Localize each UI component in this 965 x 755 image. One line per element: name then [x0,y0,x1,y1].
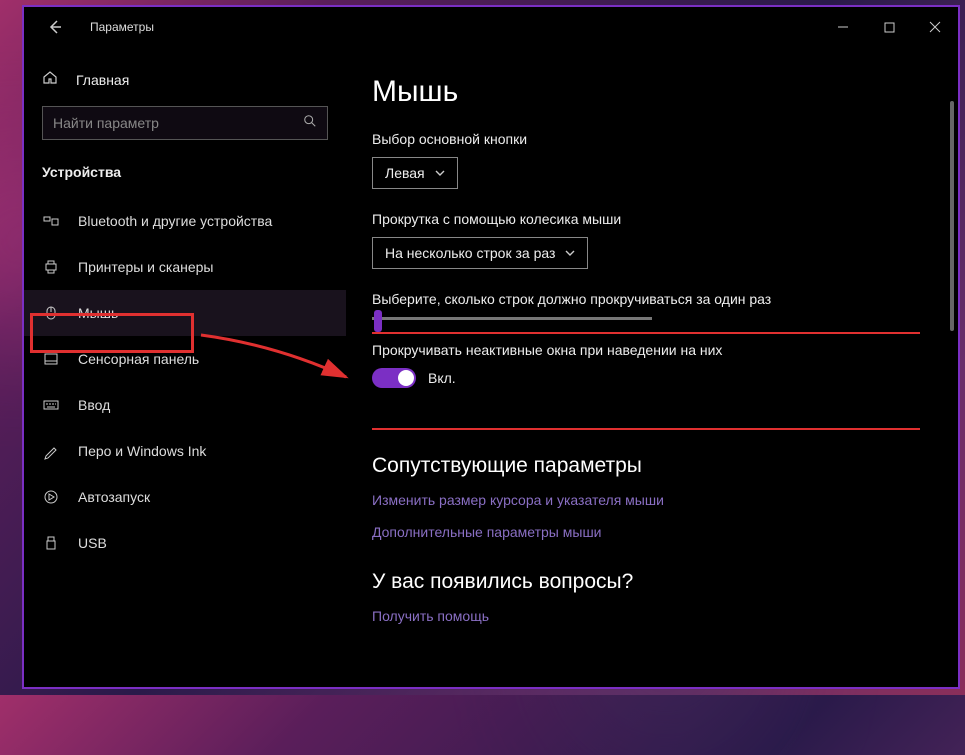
sidebar-item-bluetooth[interactable]: Bluetooth и другие устройства [24,198,346,244]
sidebar-item-printers[interactable]: Принтеры и сканеры [24,244,346,290]
content-scrollbar[interactable] [950,101,954,675]
titlebar: Параметры [24,7,958,47]
sidebar-section-title: Устройства [24,154,346,198]
arrow-left-icon [47,19,63,35]
sidebar-item-typing[interactable]: Ввод [24,382,346,428]
link-cursor-size[interactable]: Изменить размер курсора и указателя мыши [372,492,920,508]
lines-slider[interactable] [372,317,652,320]
sidebar-item-autoplay[interactable]: Автозапуск [24,474,346,520]
inactive-scroll-toggle[interactable] [372,368,416,388]
sidebar-item-label: Принтеры и сканеры [78,259,213,275]
usb-icon [42,534,60,552]
mouse-icon [42,304,60,322]
link-advanced-mouse[interactable]: Дополнительные параметры мыши [372,524,920,540]
printer-icon [42,258,60,276]
scroll-method-label: Прокрутка с помощью колесика мыши [372,211,920,227]
window-controls [820,7,958,47]
touchpad-icon [42,350,60,368]
questions-title: У вас появились вопросы? [372,570,920,594]
toggle-state-label: Вкл. [428,370,456,386]
sidebar-item-label: Перо и Windows Ink [78,443,206,459]
sidebar-item-pen[interactable]: Перо и Windows Ink [24,428,346,474]
sidebar-item-label: USB [78,535,107,551]
home-icon [42,69,58,90]
minimize-button[interactable] [820,7,866,47]
sidebar-nav: Bluetooth и другие устройства Принтеры и… [24,198,346,566]
sidebar-item-label: Сенсорная панель [78,351,199,367]
search-icon [303,114,317,133]
chevron-down-icon [565,248,575,258]
sidebar-item-label: Мышь [78,305,118,321]
app-title: Параметры [90,20,154,34]
lines-per-scroll-label: Выберите, сколько строк должно прокручив… [372,291,920,307]
primary-button-dropdown[interactable]: Левая [372,157,458,189]
link-get-help[interactable]: Получить помощь [372,608,920,624]
bluetooth-icon [42,212,60,230]
content-area: Мышь Выбор основной кнопки Левая Прокрут… [346,47,958,687]
dropdown-value: На несколько строк за раз [385,245,555,261]
sidebar-home[interactable]: Главная [24,57,346,102]
sidebar: Главная Устройства Bluetooth и другие ус… [24,47,346,687]
related-settings-title: Сопутствующие параметры [372,454,920,478]
page-title: Мышь [372,75,920,109]
maximize-icon [884,22,895,33]
slider-thumb[interactable] [374,310,382,332]
close-button[interactable] [912,7,958,47]
scrollbar-thumb[interactable] [950,101,954,331]
sidebar-home-label: Главная [76,72,129,88]
close-icon [929,21,941,33]
autoplay-icon [42,488,60,506]
sidebar-item-usb[interactable]: USB [24,520,346,566]
toggle-knob [398,370,414,386]
annotation-highlight-box: Прокручивать неактивные окна при наведен… [372,332,920,430]
dropdown-value: Левая [385,165,425,181]
sidebar-item-mouse[interactable]: Мышь [24,290,346,336]
inactive-scroll-label: Прокручивать неактивные окна при наведен… [372,342,920,358]
scroll-method-dropdown[interactable]: На несколько строк за раз [372,237,588,269]
chevron-down-icon [435,168,445,178]
pen-icon [42,442,60,460]
search-input[interactable] [53,115,303,131]
maximize-button[interactable] [866,7,912,47]
back-button[interactable] [42,14,68,40]
minimize-icon [837,21,849,33]
sidebar-item-label: Bluetooth и другие устройства [78,213,272,229]
keyboard-icon [42,396,60,414]
search-box[interactable] [42,106,328,140]
primary-button-label: Выбор основной кнопки [372,131,920,147]
settings-window: Параметры Главная Устр [22,5,960,689]
sidebar-item-label: Автозапуск [78,489,150,505]
sidebar-item-touchpad[interactable]: Сенсорная панель [24,336,346,382]
sidebar-item-label: Ввод [78,397,110,413]
